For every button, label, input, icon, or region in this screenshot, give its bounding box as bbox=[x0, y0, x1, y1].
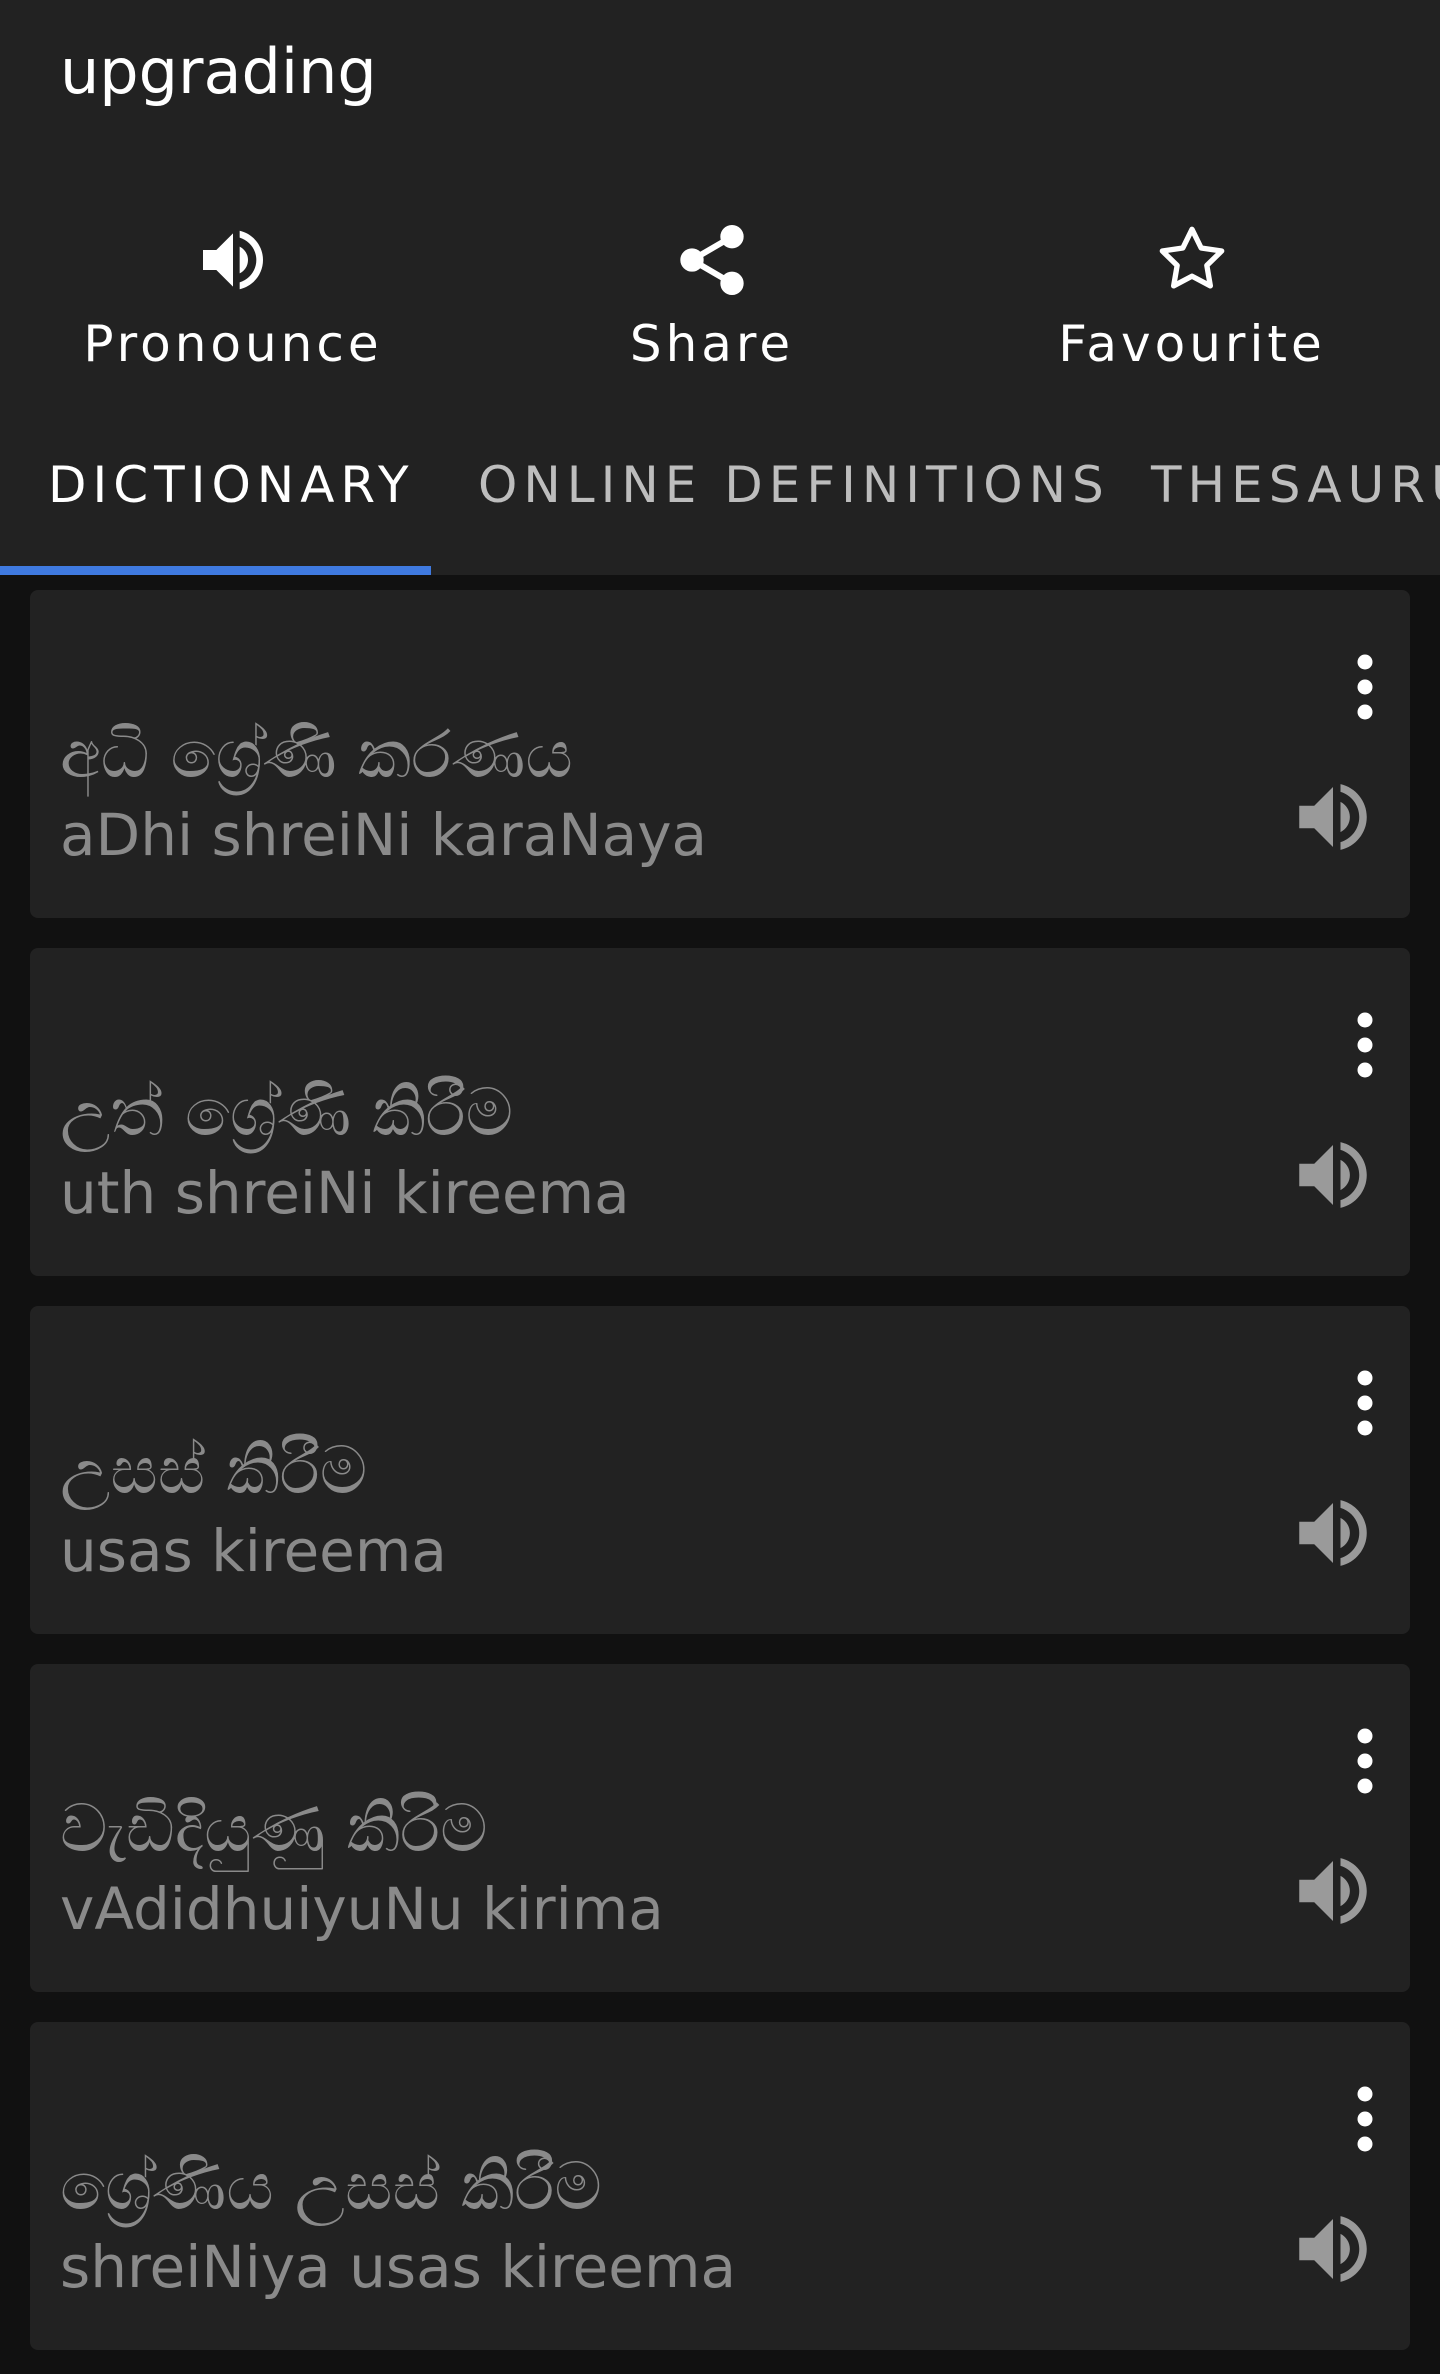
more-vertical-icon[interactable] bbox=[1340, 1368, 1390, 1438]
romanized-term: usas kireema bbox=[60, 1517, 447, 1585]
definition-card[interactable]: වැඩිදියුණු කිරිම vAdidhuiyuNu kirima bbox=[30, 1664, 1410, 1992]
share-button[interactable]: Share bbox=[512, 220, 912, 390]
more-vertical-icon[interactable] bbox=[1340, 652, 1390, 722]
word-title: upgrading bbox=[60, 35, 377, 108]
speaker-icon bbox=[203, 230, 263, 290]
share-icon bbox=[680, 225, 744, 295]
definition-card[interactable]: උසස් කිරීම usas kireema bbox=[30, 1306, 1410, 1634]
definition-card[interactable]: අධි ශ්‍රේණි කරණය aDhi shreiNi karaNaya bbox=[30, 590, 1410, 918]
tab-online-definitions[interactable]: ONLINE DEFINITIONS bbox=[478, 455, 1110, 515]
definition-card[interactable]: උත් ශ්‍රේණි කිරීම uth shreiNi kireema bbox=[30, 948, 1410, 1276]
sinhala-term: අධි ශ්‍රේණි කරණය bbox=[60, 716, 573, 793]
more-vertical-icon[interactable] bbox=[1340, 1726, 1390, 1796]
sinhala-term: වැඩිදියුණු කිරිම bbox=[60, 1790, 488, 1867]
word-header: upgrading Pronounce Share Favourite DICT… bbox=[0, 0, 1440, 575]
speaker-icon[interactable] bbox=[1288, 772, 1378, 862]
speaker-icon[interactable] bbox=[1288, 1846, 1378, 1936]
favourite-button[interactable]: Favourite bbox=[992, 220, 1392, 390]
more-vertical-icon[interactable] bbox=[1340, 2084, 1390, 2154]
sinhala-term: උත් ශ්‍රේණි කිරීම bbox=[60, 1074, 514, 1151]
more-vertical-icon[interactable] bbox=[1340, 1010, 1390, 1080]
star-outline-icon bbox=[1159, 226, 1225, 289]
speaker-icon[interactable] bbox=[1288, 1130, 1378, 1220]
sinhala-term: උසස් කිරීම bbox=[60, 1432, 368, 1509]
tab-thesaurus[interactable]: THESAURUS bbox=[1151, 455, 1440, 515]
tab-dictionary[interactable]: DICTIONARY bbox=[48, 455, 415, 515]
speaker-icon[interactable] bbox=[1288, 2204, 1378, 2294]
favourite-label: Favourite bbox=[1058, 315, 1326, 373]
sinhala-term: ශ්‍රේණිය උසස් කිරීම bbox=[60, 2148, 602, 2225]
share-label: Share bbox=[629, 315, 795, 373]
definition-card[interactable]: ශ්‍රේණිය උසස් කිරීම shreiNiya usas kiree… bbox=[30, 2022, 1410, 2350]
romanized-term: aDhi shreiNi karaNaya bbox=[60, 801, 708, 869]
pronounce-label: Pronounce bbox=[83, 315, 383, 373]
speaker-icon[interactable] bbox=[1288, 1488, 1378, 1578]
romanized-term: uth shreiNi kireema bbox=[60, 1159, 630, 1227]
romanized-term: shreiNiya usas kireema bbox=[60, 2233, 737, 2301]
active-tab-indicator bbox=[0, 566, 431, 575]
romanized-term: vAdidhuiyuNu kirima bbox=[60, 1875, 664, 1943]
pronounce-button[interactable]: Pronounce bbox=[33, 220, 433, 390]
